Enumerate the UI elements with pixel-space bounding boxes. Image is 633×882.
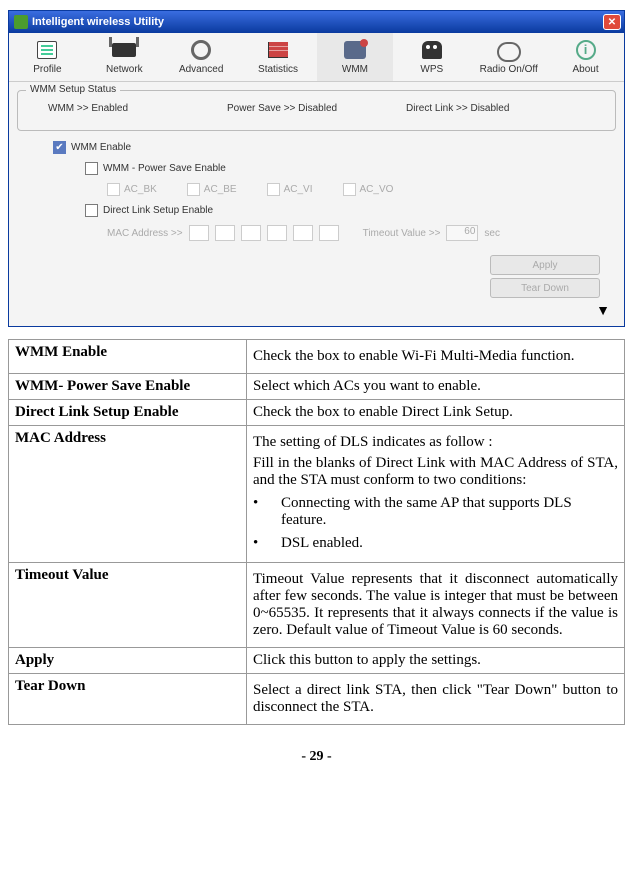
window-title: Intelligent wireless Utility — [32, 16, 164, 28]
wmm-enable-checkbox[interactable] — [53, 141, 66, 154]
radio-icon — [497, 42, 521, 58]
table-row: Timeout Value Timeout Value represents t… — [9, 563, 625, 648]
gear-icon — [191, 40, 211, 60]
table-row: WMM- Power Save Enable Select which ACs … — [9, 374, 625, 400]
ac-be-checkbox[interactable] — [187, 183, 200, 196]
tear-down-button[interactable]: Tear Down — [490, 278, 600, 298]
def-desc: Click this button to apply the settings. — [247, 648, 625, 674]
mac-address-label: MAC Address >> — [107, 228, 183, 239]
tab-label: Profile — [33, 64, 61, 75]
ac-bk-label: AC_BK — [124, 184, 157, 195]
def-label: Tear Down — [9, 674, 247, 725]
panel: WMM Setup Status WMM >> Enabled Power Sa… — [9, 82, 624, 326]
wmm-setup-group: WMM Setup Status WMM >> Enabled Power Sa… — [17, 90, 616, 131]
tab-label: WPS — [420, 64, 443, 75]
direct-link-checkbox[interactable] — [85, 204, 98, 217]
network-icon — [112, 43, 136, 57]
def-label: WMM Enable — [9, 340, 247, 374]
table-row: WMM Enable Check the box to enable Wi-Fi… — [9, 340, 625, 374]
tab-wmm[interactable]: WMM — [317, 33, 394, 81]
power-save-label: WMM - Power Save Enable — [103, 163, 226, 174]
def-desc: Select which ACs you want to enable. — [247, 374, 625, 400]
tab-label: About — [572, 64, 598, 75]
timeout-label: Timeout Value >> — [363, 228, 441, 239]
ac-vi-label: AC_VI — [284, 184, 313, 195]
mac-field-5[interactable] — [293, 225, 313, 241]
timeout-unit: sec — [484, 228, 500, 239]
expand-arrow-icon[interactable]: ▼ — [17, 302, 616, 318]
mac-field-1[interactable] — [189, 225, 209, 241]
tab-label: Advanced — [179, 64, 223, 75]
tab-label: Statistics — [258, 64, 298, 75]
tab-advanced[interactable]: Advanced — [163, 33, 240, 81]
ac-vi-checkbox[interactable] — [267, 183, 280, 196]
def-label: WMM- Power Save Enable — [9, 374, 247, 400]
status-wmm: WMM >> Enabled — [48, 103, 227, 114]
power-save-checkbox[interactable] — [85, 162, 98, 175]
titlebar: Intelligent wireless Utility ✕ — [9, 11, 624, 33]
wmm-icon — [344, 41, 366, 59]
tab-statistics[interactable]: Statistics — [240, 33, 317, 81]
table-row: Direct Link Setup Enable Check the box t… — [9, 400, 625, 426]
info-icon: i — [576, 40, 596, 60]
tab-wps[interactable]: WPS — [393, 33, 470, 81]
definition-table: WMM Enable Check the box to enable Wi-Fi… — [8, 339, 625, 725]
tab-about[interactable]: i About — [547, 33, 624, 81]
ac-be-label: AC_BE — [204, 184, 237, 195]
status-directlink: Direct Link >> Disabled — [406, 103, 585, 114]
def-desc: Select a direct link STA, then click "Te… — [253, 682, 618, 716]
def-desc: The setting of DLS indicates as follow :… — [247, 426, 625, 563]
def-desc: Timeout Value represents that it disconn… — [253, 571, 618, 639]
mac-field-2[interactable] — [215, 225, 235, 241]
mac-field-6[interactable] — [319, 225, 339, 241]
tab-radio[interactable]: Radio On/Off — [470, 33, 547, 81]
table-row: Apply Click this button to apply the set… — [9, 648, 625, 674]
status-powersave: Power Save >> Disabled — [227, 103, 406, 114]
profile-icon — [37, 41, 57, 59]
mac-field-4[interactable] — [267, 225, 287, 241]
stats-icon — [268, 42, 288, 58]
page-number: - 29 - — [8, 749, 625, 765]
app-icon — [14, 15, 28, 29]
close-button[interactable]: ✕ — [603, 14, 621, 30]
group-title: WMM Setup Status — [26, 84, 120, 95]
direct-link-label: Direct Link Setup Enable — [103, 205, 213, 216]
def-desc: Check the box to enable Direct Link Setu… — [247, 400, 625, 426]
tab-label: WMM — [342, 64, 368, 75]
def-desc: Check the box to enable Wi-Fi Multi-Medi… — [253, 348, 618, 365]
def-label: Direct Link Setup Enable — [9, 400, 247, 426]
wps-icon — [422, 41, 442, 59]
mac-field-3[interactable] — [241, 225, 261, 241]
timeout-field[interactable]: 60 — [446, 225, 478, 241]
wmm-enable-label: WMM Enable — [71, 142, 131, 153]
table-row: MAC Address The setting of DLS indicates… — [9, 426, 625, 563]
def-label: Timeout Value — [9, 563, 247, 648]
table-row: Tear Down Select a direct link STA, then… — [9, 674, 625, 725]
ac-bk-checkbox[interactable] — [107, 183, 120, 196]
app-window: Intelligent wireless Utility ✕ Profile N… — [8, 10, 625, 327]
def-label: Apply — [9, 648, 247, 674]
tab-label: Radio On/Off — [480, 64, 538, 75]
tab-label: Network — [106, 64, 143, 75]
ac-vo-checkbox[interactable] — [343, 183, 356, 196]
apply-button[interactable]: Apply — [490, 255, 600, 275]
def-label: MAC Address — [9, 426, 247, 563]
tab-profile[interactable]: Profile — [9, 33, 86, 81]
tab-network[interactable]: Network — [86, 33, 163, 81]
ac-vo-label: AC_VO — [360, 184, 394, 195]
toolbar: Profile Network Advanced Statistics WMM … — [9, 33, 624, 82]
